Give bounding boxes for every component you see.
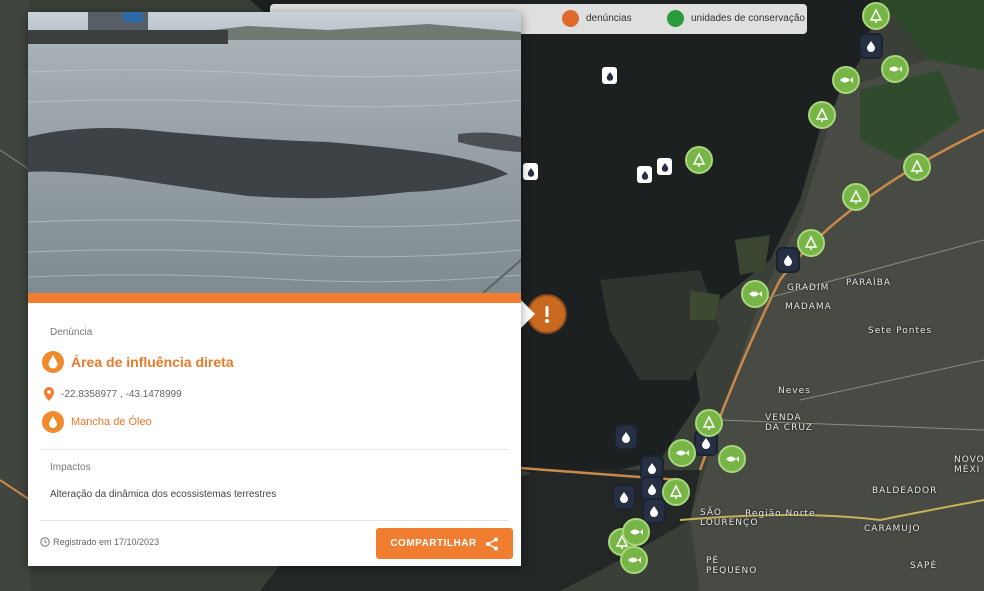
fish-marker[interactable] <box>832 66 860 94</box>
legend-item-denuncias[interactable]: denúncias <box>562 10 632 27</box>
location-pin-icon <box>44 387 54 401</box>
share-button[interactable]: COMPARTILHAR <box>376 528 513 559</box>
registered-date-text: Registrado em 17/10/2023 <box>53 537 160 547</box>
map-label-venda-da-cruz: VENDA DA CRUZ <box>765 413 813 433</box>
report-popup: Denúncia Área de influência direta -22.8… <box>28 12 521 566</box>
legend-item-unidades[interactable]: unidades de conservação <box>667 10 805 27</box>
map-label-madama: MADAMA <box>785 302 832 312</box>
map-label-paraiba: PARAÍBA <box>846 278 892 288</box>
share-icon <box>485 537 498 550</box>
legend-dot-icon <box>667 10 684 27</box>
oil-marker[interactable] <box>657 158 672 175</box>
divider <box>40 520 509 521</box>
oil-marker[interactable] <box>637 166 652 183</box>
oil-marker[interactable] <box>614 424 638 450</box>
coordinates-row: -22.8358977 , -43.1478999 <box>44 387 182 401</box>
accent-bar <box>28 293 521 303</box>
fish-marker[interactable] <box>881 55 909 83</box>
legend-dot-icon <box>562 10 579 27</box>
report-type-row: Mancha de Óleo <box>42 411 152 433</box>
map-label-pe-pequeno: PÉ PEQUENO <box>706 556 758 576</box>
fish-marker[interactable] <box>622 518 650 546</box>
oil-marker[interactable] <box>523 163 538 180</box>
impacts-label: Impactos <box>50 462 91 473</box>
map-label-neves: Neves <box>778 386 811 396</box>
conservation-marker[interactable] <box>862 2 890 30</box>
legend-label: denúncias <box>586 13 632 24</box>
conservation-marker[interactable] <box>662 478 690 506</box>
map-label-novo-mexico: NOVO MÉXI <box>954 455 984 475</box>
fish-marker[interactable] <box>741 280 769 308</box>
conservation-marker[interactable] <box>797 229 825 257</box>
impact-item: Alteração da dinâmica dos ecossistemas t… <box>50 489 277 500</box>
fish-marker[interactable] <box>668 439 696 467</box>
fish-marker[interactable] <box>718 445 746 473</box>
map-label-sao-lourenco: SÃO LOURENÇO <box>700 508 759 528</box>
report-type: Mancha de Óleo <box>71 416 152 428</box>
popup-pointer <box>521 300 535 328</box>
oil-drop-icon <box>42 351 64 373</box>
oil-marker[interactable] <box>776 247 800 273</box>
report-title: Área de influência direta <box>71 354 234 370</box>
legend-label: unidades de conservação <box>691 13 805 24</box>
conservation-marker[interactable] <box>903 153 931 181</box>
oil-drop-icon <box>42 411 64 433</box>
conservation-marker[interactable] <box>685 146 713 174</box>
exclamation-icon <box>545 306 549 323</box>
fish-marker[interactable] <box>620 546 648 574</box>
report-photo <box>28 12 521 293</box>
oil-marker[interactable] <box>642 498 666 524</box>
map-label-gradim: GRADIM <box>787 283 830 293</box>
clock-icon <box>40 537 50 547</box>
map-label-baldeador: BALDEADOR <box>872 486 938 496</box>
report-title-row: Área de influência direta <box>42 351 234 373</box>
conservation-marker[interactable] <box>695 409 723 437</box>
map-label-caramujo: CARAMUJO <box>864 524 921 534</box>
divider <box>40 449 509 450</box>
registered-date: Registrado em 17/10/2023 <box>40 537 159 547</box>
oil-marker[interactable] <box>602 67 617 84</box>
map-label-sete-pontes: Sete Pontes <box>868 326 933 336</box>
coordinates: -22.8358977 , -43.1478999 <box>61 388 182 400</box>
conservation-marker[interactable] <box>808 101 836 129</box>
conservation-marker[interactable] <box>842 183 870 211</box>
oil-marker[interactable] <box>612 484 636 510</box>
category-label: Denúncia <box>50 327 93 338</box>
map-label-sape: SAPÉ <box>910 561 938 571</box>
oil-marker[interactable] <box>859 33 883 59</box>
share-button-label: COMPARTILHAR <box>390 538 477 549</box>
